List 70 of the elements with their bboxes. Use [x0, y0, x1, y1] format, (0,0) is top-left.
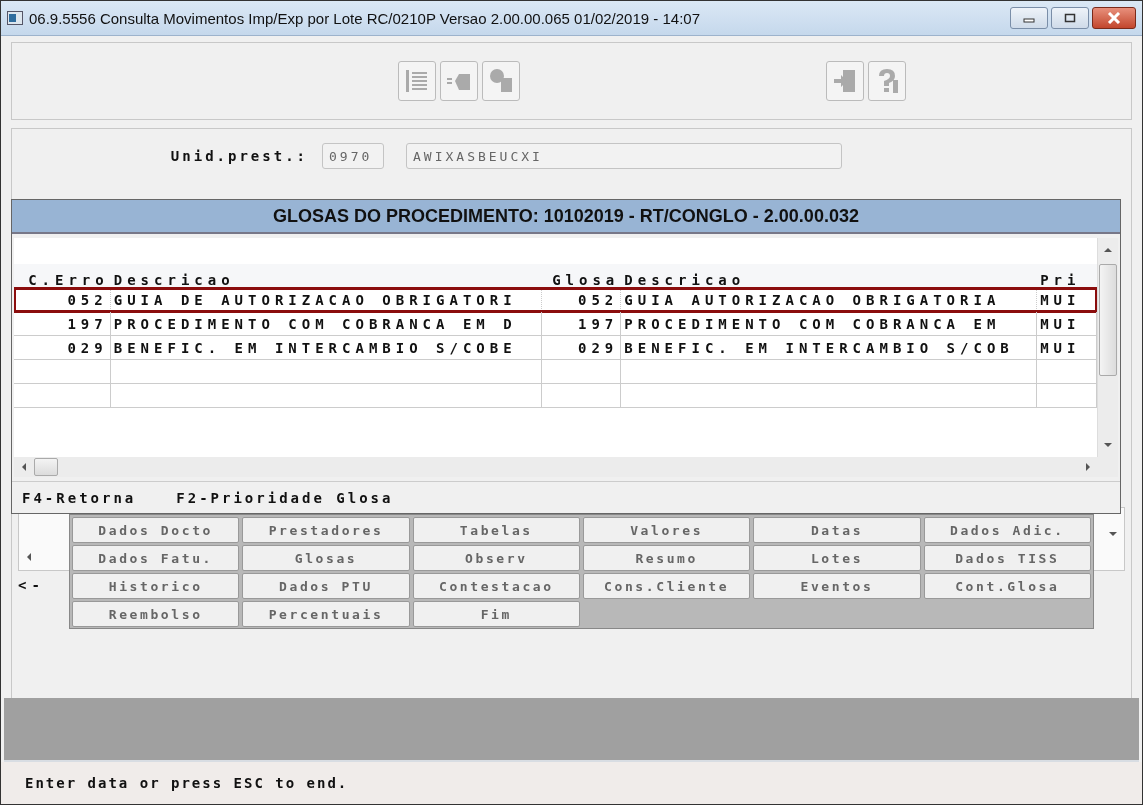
- scroll-right-icon[interactable]: [1084, 462, 1092, 472]
- maximize-button[interactable]: [1051, 7, 1089, 29]
- menu-item[interactable]: Observ: [412, 545, 580, 571]
- menu-item[interactable]: Lotes: [753, 545, 921, 571]
- menu-item[interactable]: Dados Fatu.: [72, 545, 240, 571]
- table-row[interactable]: 052 GUIA DE AUTORIZACAO OBRIGATORI 052 GUIA AUTORIZACAO OBRIGATORIA MUI: [14, 288, 1097, 312]
- menu-item[interactable]: Tabelas: [412, 517, 580, 543]
- list-button[interactable]: [440, 61, 478, 101]
- column-header: Descricao: [623, 272, 747, 288]
- table-cell: GUIA DE AUTORIZACAO OBRIGATORI: [110, 288, 542, 311]
- table-cell: PROCEDIMENTO COM COBRANCA EM: [621, 312, 1038, 335]
- app-icon: [7, 11, 23, 25]
- column-header: Glosa: [551, 272, 621, 288]
- dialog-title: GLOSAS DO PROCEDIMENTO: 10102019 - RT/CONGLO - 2.00.00.032: [12, 200, 1120, 234]
- window-title: 06.9.5556 Consulta Movimentos Imp/Exp por Lote RC/0210P Versao 2.00.00.065 01/02/2019 - 14:07: [29, 9, 701, 27]
- menu-item[interactable]: Dados PTU: [242, 573, 410, 599]
- close-icon: [1107, 12, 1121, 24]
- table-cell: 029: [14, 336, 111, 359]
- table-cell: 197: [14, 312, 111, 335]
- table-cell: PROCEDIMENTO COM COBRANCA EM D: [110, 312, 542, 335]
- menu-item[interactable]: Valores: [583, 517, 751, 543]
- vertical-scrollbar[interactable]: [1097, 238, 1118, 457]
- scroll-thumb[interactable]: [34, 458, 58, 476]
- menu-item[interactable]: Contestacao: [412, 573, 580, 599]
- exit-button[interactable]: [826, 61, 864, 101]
- menu-item[interactable]: Reembolso: [72, 601, 240, 627]
- table-cell: BENEFIC. EM INTERCAMBIO S/COBE: [110, 336, 542, 359]
- key-hint: F4-Retorna: [22, 490, 137, 506]
- help-button[interactable]: [868, 61, 906, 101]
- maximize-icon: [1064, 13, 1076, 23]
- key-hint: F2-Prioridade Glosa: [176, 490, 394, 506]
- search-button[interactable]: [482, 61, 520, 101]
- scroll-left-icon[interactable]: [20, 462, 28, 472]
- scroll-up-icon[interactable]: [1103, 246, 1113, 254]
- table-cell: 197: [541, 312, 622, 335]
- menu-item[interactable]: Dados Adic.: [923, 517, 1091, 543]
- field-label: Unid.prest.:: [169, 148, 309, 164]
- code-field[interactable]: 0970: [322, 143, 384, 169]
- name-field[interactable]: AWIXASBEUCXI: [406, 143, 842, 169]
- close-button[interactable]: [1092, 7, 1136, 29]
- scroll-down-icon[interactable]: [1103, 441, 1113, 449]
- column-header: C.Erro: [27, 272, 110, 288]
- menu-item[interactable]: Dados TISS: [923, 545, 1091, 571]
- menu-item[interactable]: Glosas: [242, 545, 410, 571]
- menu-item[interactable]: Dados Docto: [72, 517, 240, 543]
- column-header: Descricao: [112, 272, 236, 288]
- menu-item[interactable]: Fim: [412, 601, 580, 627]
- table-cell: 052: [14, 288, 111, 311]
- table-cell: BENEFIC. EM INTERCAMBIO S/COB: [621, 336, 1038, 359]
- scroll-down-icon[interactable]: [1108, 530, 1118, 538]
- menu-item[interactable]: Percentuais: [242, 601, 410, 627]
- navigation-hint: <-: [18, 577, 45, 593]
- table-cell: 029: [541, 336, 622, 359]
- menu-item[interactable]: Historico: [72, 573, 240, 599]
- menu-item[interactable]: Datas: [753, 517, 921, 543]
- menu-item[interactable]: Eventos: [753, 573, 921, 599]
- scroll-left-icon[interactable]: [25, 552, 33, 562]
- sort-button[interactable]: [398, 61, 436, 101]
- scroll-thumb[interactable]: [1099, 264, 1117, 376]
- menu-item[interactable]: Cont.Glosa: [923, 573, 1091, 599]
- table-row[interactable]: 029 BENEFIC. EM INTERCAMBIO S/COBE 029 BENEFIC. EM INTERCAMBIO S/COB MUI: [14, 336, 1097, 360]
- menu-item[interactable]: Prestadores: [242, 517, 410, 543]
- table-cell: 052: [541, 288, 622, 311]
- table-cell: GUIA AUTORIZACAO OBRIGATORIA: [621, 288, 1038, 311]
- status-bar: Enter data or press ESC to end.: [1, 762, 1142, 804]
- menu-item[interactable]: Cons.Cliente: [583, 573, 751, 599]
- table-row[interactable]: 197 PROCEDIMENTO COM COBRANCA EM D 197 PROCEDIMENTO COM COBRANCA EM MUI: [14, 312, 1097, 336]
- menu-item[interactable]: Resumo: [583, 545, 751, 571]
- column-header: Pri: [1039, 272, 1082, 288]
- horizontal-scrollbar[interactable]: [14, 457, 1118, 477]
